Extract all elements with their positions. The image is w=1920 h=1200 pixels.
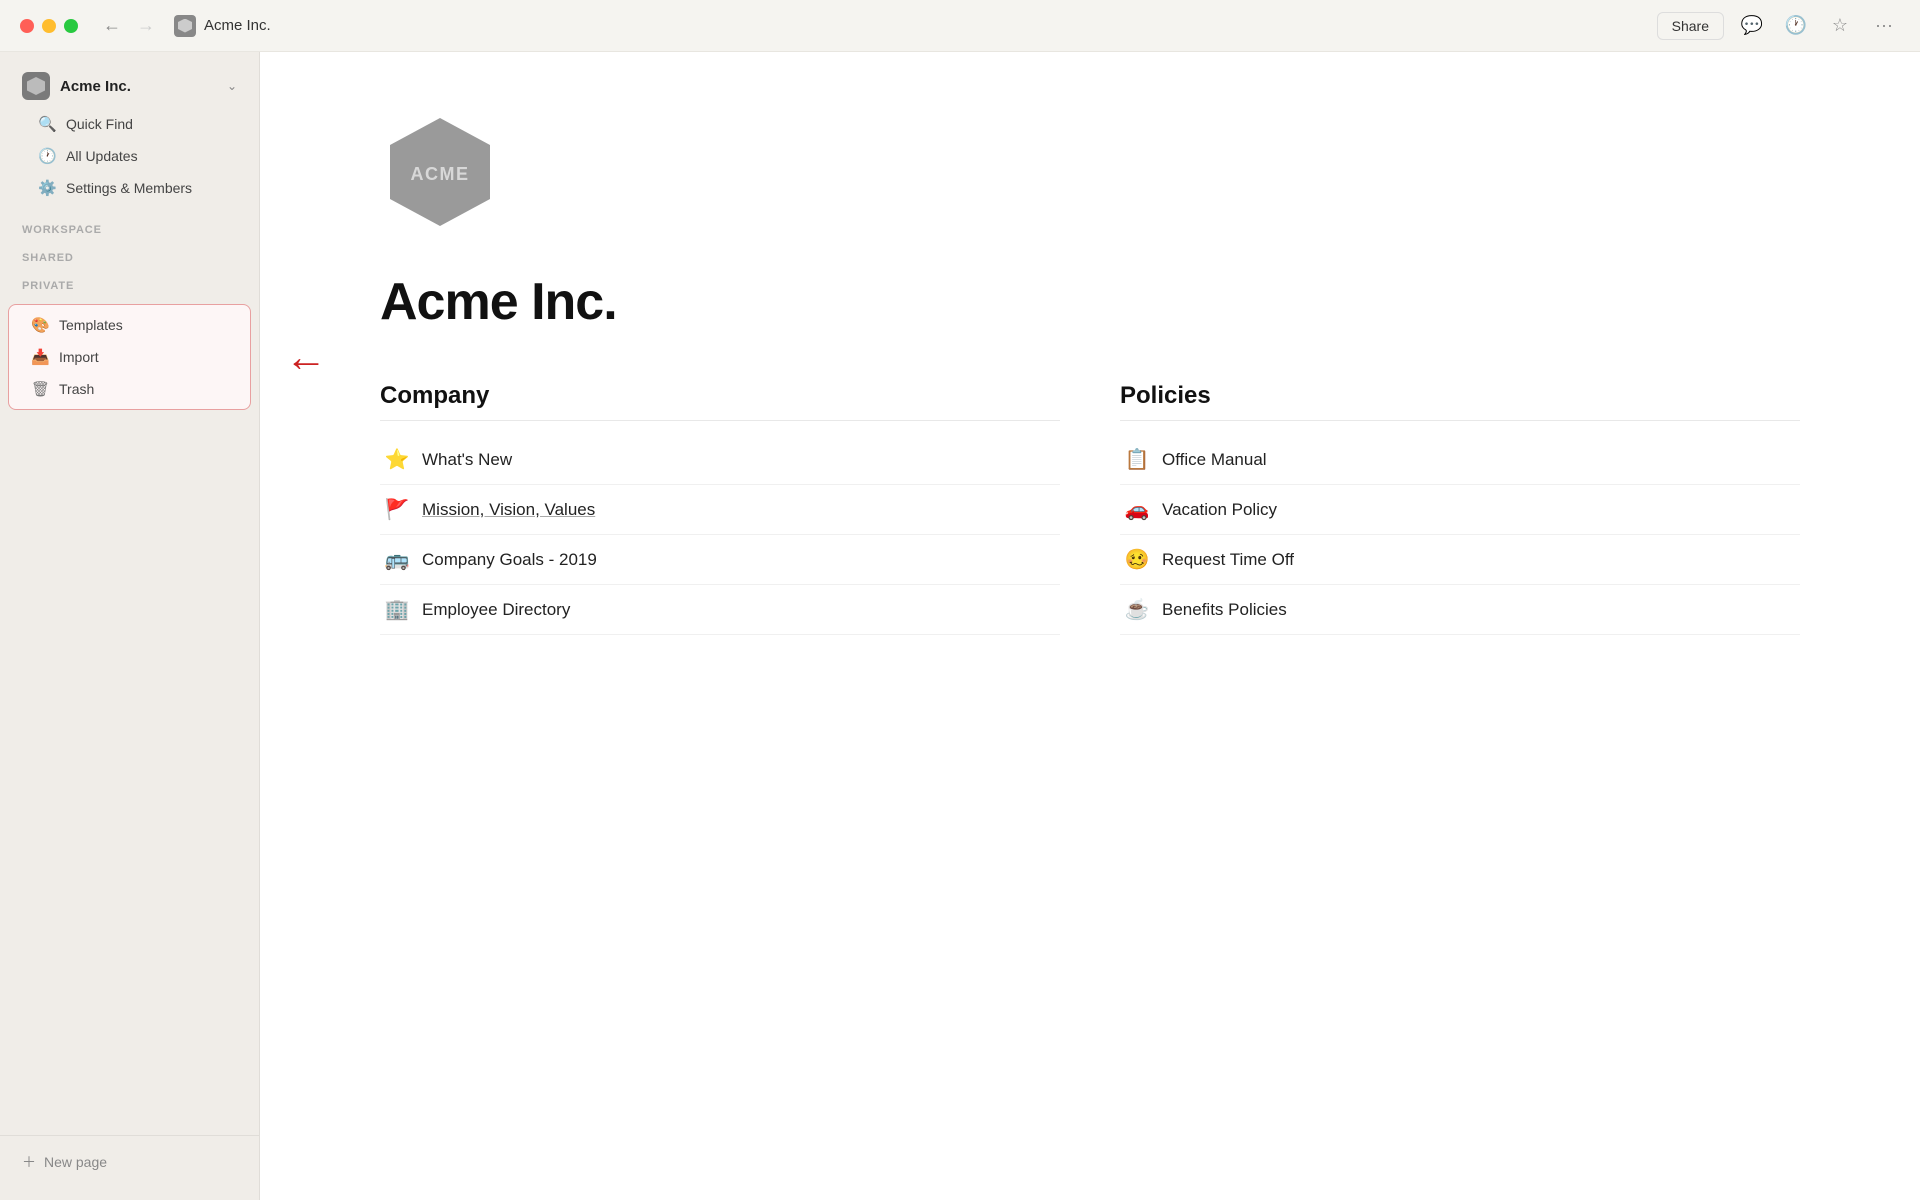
new-page-label: New page	[44, 1154, 107, 1170]
close-button[interactable]	[20, 19, 34, 33]
company-link-whats-new[interactable]: ⭐ What's New	[380, 435, 1060, 485]
search-icon: 🔍	[38, 115, 56, 133]
office-manual-emoji: 📋	[1124, 447, 1150, 472]
highlighted-section: 🎨 Templates 📥 Import 🗑 Trash ←	[0, 296, 259, 418]
all-updates-label: All Updates	[66, 148, 138, 164]
time-off-text: Request Time Off	[1162, 550, 1294, 570]
plus-icon: ＋	[22, 1152, 36, 1172]
titlebar-right: Share 💬 🕐 ☆ ···	[1657, 10, 1900, 42]
page-title: Acme Inc.	[380, 272, 1800, 332]
sidebar-top: Acme Inc. ⌄ 🔍 Quick Find 🕐 All Updates ⚙…	[0, 64, 259, 204]
policy-link-vacation[interactable]: 🚗 Vacation Policy	[1120, 485, 1800, 535]
directory-emoji: 🏢	[384, 597, 410, 622]
section-workspace: WORKSPACE	[0, 212, 259, 240]
directory-text: Employee Directory	[422, 600, 570, 620]
goals-text: Company Goals - 2019	[422, 550, 597, 570]
sidebar-item-quick-find[interactable]: 🔍 Quick Find	[16, 108, 243, 140]
company-link-mission[interactable]: 🚩 Mission, Vision, Values	[380, 485, 1060, 535]
policy-link-benefits[interactable]: ☕ Benefits Policies	[1120, 585, 1800, 635]
templates-icon: 🎨	[31, 316, 49, 334]
company-column: Company ⭐ What's New 🚩 Mission, Vision, …	[380, 382, 1060, 635]
policies-section-title: Policies	[1120, 382, 1800, 421]
vacation-emoji: 🚗	[1124, 497, 1150, 522]
whats-new-text: What's New	[422, 450, 512, 470]
more-icon-button[interactable]: ···	[1868, 10, 1900, 42]
office-manual-text: Office Manual	[1162, 450, 1267, 470]
templates-label: Templates	[59, 317, 123, 333]
workspace-name: Acme Inc.	[60, 78, 217, 95]
policy-link-time-off[interactable]: 🥴 Request Time Off	[1120, 535, 1800, 585]
share-button[interactable]: Share	[1657, 12, 1724, 40]
benefits-emoji: ☕	[1124, 597, 1150, 622]
sidebar-item-trash[interactable]: 🗑 Trash	[9, 373, 250, 405]
sidebar-bottom: ＋ New page	[0, 1135, 259, 1188]
whats-new-emoji: ⭐	[384, 447, 410, 472]
import-label: Import	[59, 349, 99, 365]
star-icon-button[interactable]: ☆	[1824, 10, 1856, 42]
workspace-icon	[174, 15, 196, 37]
chevron-down-icon: ⌄	[227, 79, 237, 93]
company-link-directory[interactable]: 🏢 Employee Directory	[380, 585, 1060, 635]
chat-icon-button[interactable]: 💬	[1736, 10, 1768, 42]
titlebar: ← → Acme Inc. Share 💬 🕐 ☆ ···	[0, 0, 1920, 52]
mission-text: Mission, Vision, Values	[422, 500, 595, 520]
policies-column: Policies 📋 Office Manual 🚗 Vacation Poli…	[1120, 382, 1800, 635]
traffic-lights	[20, 19, 78, 33]
page-logo: ACME	[380, 112, 1800, 232]
breadcrumb: Acme Inc.	[174, 15, 1657, 37]
gear-icon: ⚙️	[38, 179, 56, 197]
section-shared: SHARED	[0, 240, 259, 268]
goals-emoji: 🚌	[384, 547, 410, 572]
sidebar-item-import[interactable]: 📥 Import	[9, 341, 250, 373]
svg-text:ACME: ACME	[411, 164, 470, 184]
quick-find-label: Quick Find	[66, 116, 133, 132]
sidebar-item-settings[interactable]: ⚙️ Settings & Members	[16, 172, 243, 204]
breadcrumb-title: Acme Inc.	[204, 17, 271, 34]
back-button[interactable]: ←	[98, 12, 126, 40]
sidebar-highlighted-box: 🎨 Templates 📥 Import 🗑 Trash	[8, 304, 251, 410]
sidebar-item-templates[interactable]: 🎨 Templates	[9, 309, 250, 341]
company-link-goals[interactable]: 🚌 Company Goals - 2019	[380, 535, 1060, 585]
benefits-text: Benefits Policies	[1162, 600, 1287, 620]
workspace-logo	[22, 72, 50, 100]
section-private: PRIVATE	[0, 268, 259, 296]
company-section-title: Company	[380, 382, 1060, 421]
trash-icon: 🗑	[31, 380, 49, 398]
clock-icon: 🕐	[38, 147, 56, 165]
main-layout: Acme Inc. ⌄ 🔍 Quick Find 🕐 All Updates ⚙…	[0, 52, 1920, 1200]
forward-button[interactable]: →	[132, 12, 160, 40]
history-icon-button[interactable]: 🕐	[1780, 10, 1812, 42]
policy-link-office-manual[interactable]: 📋 Office Manual	[1120, 435, 1800, 485]
maximize-button[interactable]	[64, 19, 78, 33]
acme-logo: ACME	[380, 112, 500, 232]
new-page-button[interactable]: ＋ New page	[12, 1144, 247, 1180]
time-off-emoji: 🥴	[1124, 547, 1150, 572]
sidebar-item-all-updates[interactable]: 🕐 All Updates	[16, 140, 243, 172]
sidebar: Acme Inc. ⌄ 🔍 Quick Find 🕐 All Updates ⚙…	[0, 52, 260, 1200]
vacation-text: Vacation Policy	[1162, 500, 1277, 520]
nav-buttons: ← →	[98, 12, 160, 40]
workspace-header[interactable]: Acme Inc. ⌄	[12, 64, 247, 108]
settings-label: Settings & Members	[66, 180, 192, 196]
mission-emoji: 🚩	[384, 497, 410, 522]
import-icon: 📥	[31, 348, 49, 366]
main-content: ACME Acme Inc. Company ⭐ What's New 🚩 Mi…	[260, 52, 1920, 1200]
trash-label: Trash	[59, 381, 94, 397]
columns-container: Company ⭐ What's New 🚩 Mission, Vision, …	[380, 382, 1800, 635]
minimize-button[interactable]	[42, 19, 56, 33]
